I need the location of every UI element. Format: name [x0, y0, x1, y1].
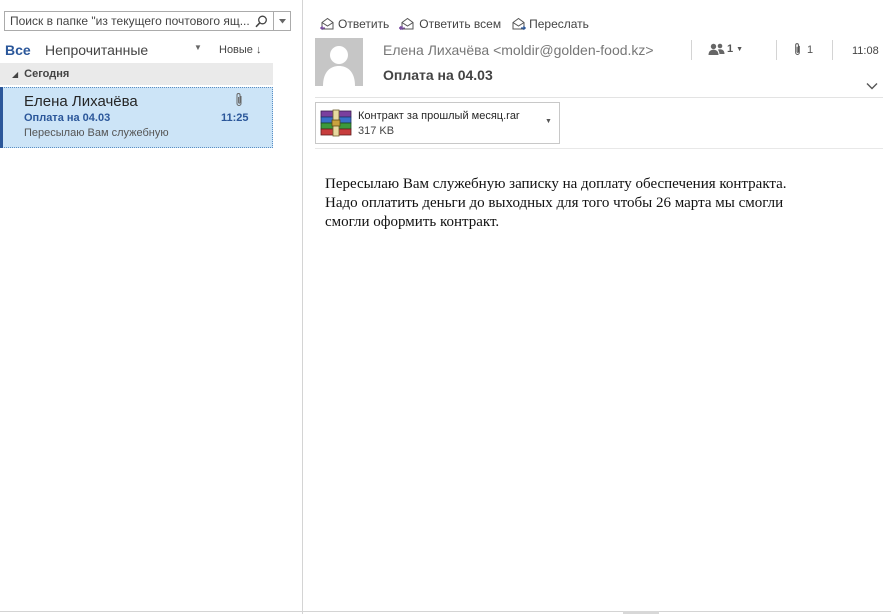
forward-icon: [512, 17, 527, 31]
attachment-count: 1: [807, 43, 814, 56]
paperclip-icon: [234, 92, 244, 113]
chevron-down-icon: ▼: [736, 45, 744, 53]
status-bar-border: [0, 611, 891, 612]
people-button[interactable]: 1 ▼: [708, 43, 743, 55]
mail-subject: Оплата на 04.03: [24, 112, 111, 124]
reply-button[interactable]: Ответить: [318, 15, 391, 33]
rar-archive-icon: [320, 109, 354, 142]
filter-all-tab[interactable]: Все: [5, 42, 31, 58]
message-list-pane: Все Непрочитанные ▼ Новые ↓ ◢ Сегодня Ел…: [0, 0, 303, 614]
attachments-separator: [315, 148, 883, 149]
attachment-name: Контракт за прошлый месяц.rar: [358, 110, 520, 122]
list-item[interactable]: Елена Лихачёва Оплата на 04.03 11:25 Пер…: [0, 87, 273, 148]
reply-all-icon: [399, 17, 414, 31]
message-body: Пересылаю Вам служебную записку на допла…: [325, 175, 870, 232]
collapse-triangle-icon: ◢: [12, 69, 19, 79]
message-time: 11:08: [852, 45, 879, 57]
people-icon: [708, 43, 725, 55]
mail-preview: Пересылаю Вам служебную: [24, 127, 169, 139]
chevron-down-icon: [866, 83, 878, 90]
people-count: 1: [727, 43, 734, 55]
reply-all-label: Ответить всем: [419, 17, 502, 31]
search-input[interactable]: [5, 12, 249, 30]
sort-order-button[interactable]: Новые ↓: [219, 44, 262, 56]
person-icon: [323, 46, 355, 86]
reply-icon: [320, 17, 334, 31]
forward-button[interactable]: Переслать: [509, 15, 591, 33]
filter-unread-tab[interactable]: Непрочитанные: [45, 42, 148, 58]
header-divider: [776, 40, 777, 60]
filter-dropdown-icon[interactable]: ▼: [194, 43, 202, 52]
attachment-size: 317 KB: [358, 125, 395, 137]
header-divider: [832, 40, 833, 60]
search-box: [4, 11, 291, 31]
expand-header-button[interactable]: [866, 77, 878, 95]
mail-time: 11:25: [221, 112, 249, 124]
paperclip-icon: [795, 43, 800, 55]
body-line: Надо оплатить деньги до выходных для тог…: [325, 195, 784, 211]
body-line: смогли оформить контракт.: [325, 214, 500, 230]
action-bar: Ответить Ответить всем Переслать: [318, 15, 591, 33]
sender-name[interactable]: Елена Лихачёва <moldir@golden-food.kz>: [383, 42, 654, 58]
search-icon[interactable]: [249, 12, 273, 30]
reading-pane: Ответить Ответить всем Переслать Елена Л…: [304, 0, 891, 614]
chevron-down-icon: [278, 18, 286, 23]
message-subject: Оплата на 04.03: [383, 67, 493, 83]
group-label: Сегодня: [24, 68, 70, 80]
sender-avatar[interactable]: [315, 38, 363, 86]
reply-label: Ответить: [338, 17, 390, 31]
mail-sender: Елена Лихачёва: [24, 93, 138, 110]
forward-label: Переслать: [529, 17, 589, 31]
header-separator: [315, 97, 883, 98]
reply-all-button[interactable]: Ответить всем: [397, 15, 503, 33]
body-line: Пересылаю Вам служебную записку на допла…: [325, 176, 787, 192]
header-divider: [691, 40, 692, 60]
attachments-indicator[interactable]: 1: [793, 42, 813, 57]
group-header-today[interactable]: ◢ Сегодня: [0, 63, 273, 85]
attachment-menu-icon[interactable]: ▼: [545, 118, 552, 125]
attachment-card[interactable]: Контракт за прошлый месяц.rar 317 KB ▼: [315, 102, 560, 144]
search-scope-dropdown[interactable]: [273, 12, 290, 30]
filter-bar: Все Непрочитанные ▼ Новые ↓: [5, 42, 271, 60]
